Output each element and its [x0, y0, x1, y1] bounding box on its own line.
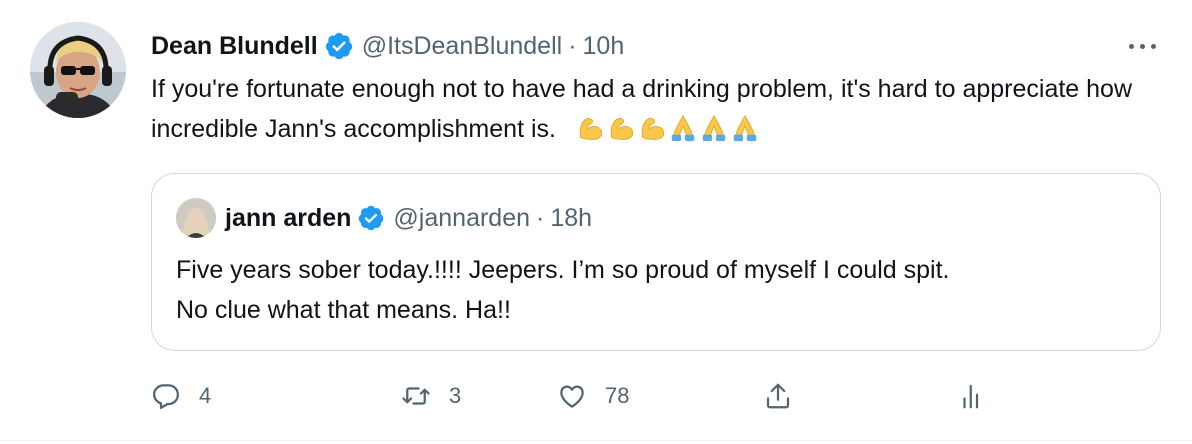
quoted-tweet-line: Five years sober today.!!!! Jeepers. I’m…: [176, 256, 950, 284]
quoted-author-name[interactable]: jann arden: [225, 204, 351, 233]
analytics-button[interactable]: [957, 372, 987, 420]
share-icon: [766, 383, 790, 409]
author-name[interactable]: Dean Blundell: [151, 32, 318, 61]
more-icon[interactable]: [1122, 36, 1162, 56]
retweet-button[interactable]: 3: [401, 372, 461, 420]
folded-hands-icon: [671, 114, 695, 142]
like-count: 78: [605, 383, 630, 408]
folded-hands-icon: [733, 114, 757, 142]
flexed-biceps-icon: [641, 117, 665, 140]
quoted-tweet-body: Five years sober today.!!!! Jeepers. I’m…: [176, 250, 1136, 330]
flexed-biceps-icon: [579, 117, 603, 140]
reply-count: 4: [199, 383, 212, 408]
tweet-actions: 4 3 78: [151, 372, 1161, 420]
quoted-tweet-header: jann arden @jannarden · 18h: [176, 198, 592, 238]
quoted-author-handle[interactable]: @jannarden: [393, 204, 530, 233]
tweet-header: Dean Blundell @ItsDeanBlundell · 10h: [151, 28, 624, 64]
separator: ·: [568, 31, 577, 60]
reply-icon: [153, 384, 179, 409]
author-handle[interactable]: @ItsDeanBlundell: [362, 32, 563, 61]
quoted-tweet[interactable]: jann arden @jannarden · 18h Five years s…: [151, 173, 1161, 351]
verified-badge-icon: [324, 31, 354, 61]
quoted-tweet-line: No clue what that means. Ha!!: [176, 296, 511, 324]
share-button[interactable]: [763, 372, 793, 420]
retweet-count: 3: [449, 383, 462, 408]
reply-button[interactable]: 4: [151, 372, 211, 420]
tweet-timestamp[interactable]: 10h: [583, 32, 625, 61]
flexed-biceps-icon: [610, 117, 634, 140]
divider: [0, 440, 1192, 441]
heart-icon: [560, 385, 584, 408]
quoted-author-avatar[interactable]: [176, 198, 216, 238]
author-avatar[interactable]: [30, 22, 126, 118]
folded-hands-icon: [702, 114, 726, 142]
analytics-icon: [963, 384, 979, 409]
quoted-tweet-timestamp[interactable]: 18h: [550, 204, 592, 233]
verified-badge-icon: [357, 204, 385, 232]
tweet-body: If you're fortunate enough not to have h…: [151, 69, 1161, 149]
separator: ·: [536, 203, 545, 232]
like-button[interactable]: 78: [557, 372, 629, 420]
tweet[interactable]: Dean Blundell @ItsDeanBlundell · 10h If …: [0, 0, 1192, 444]
emoji-group: [574, 114, 760, 143]
retweet-icon: [402, 387, 430, 405]
